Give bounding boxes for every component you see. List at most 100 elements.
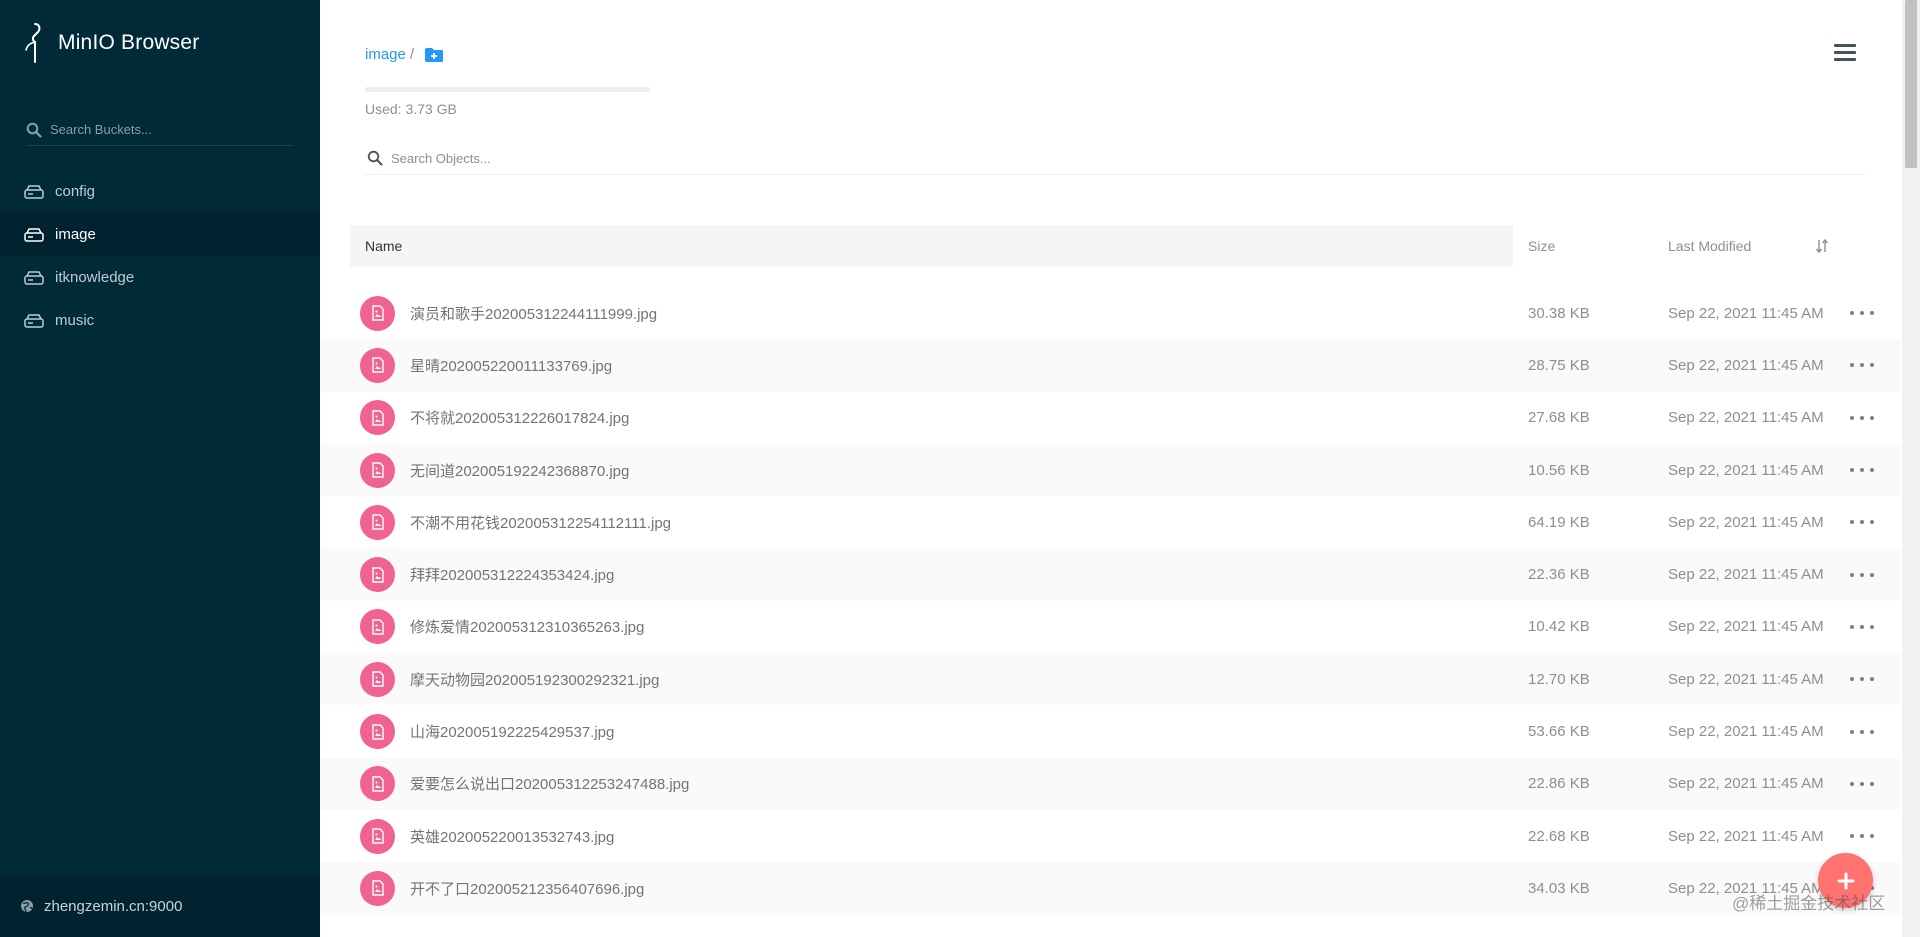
image-file-icon[interactable]	[360, 347, 395, 383]
file-last-modified: Sep 22, 2021 11:45 AM	[1668, 513, 1824, 531]
file-name[interactable]: 无间道202005192242368870.jpg	[410, 460, 629, 481]
image-file-icon[interactable]	[360, 766, 395, 802]
file-last-modified: Sep 22, 2021 11:45 AM	[1668, 356, 1824, 374]
bucket-label: music	[55, 312, 95, 329]
image-file-icon[interactable]	[360, 818, 395, 854]
bucket-label: config	[55, 183, 96, 200]
file-size: 10.42 KB	[1528, 618, 1590, 636]
file-last-modified: Sep 22, 2021 11:45 AM	[1668, 461, 1824, 479]
file-name[interactable]: 开不了口202005212356407696.jpg	[410, 878, 644, 899]
more-horizontal-icon[interactable]	[1850, 826, 1874, 846]
host-info: zhengzemin.cn:9000	[0, 875, 320, 937]
more-horizontal-icon[interactable]	[1850, 512, 1874, 532]
plus-icon	[1837, 872, 1854, 889]
table-row[interactable]: 修炼爱情202005312310365263.jpg 10.42 KB Sep 22…	[320, 601, 1900, 653]
file-last-modified: Sep 22, 2021 11:45 AM	[1668, 409, 1824, 427]
table-row[interactable]: 不将就202005312226017824.jpg 27.68 KB Sep 22,…	[320, 392, 1900, 444]
minio-logo-icon	[25, 23, 41, 63]
file-name[interactable]: 修炼爱情202005312310365263.jpg	[410, 616, 644, 637]
bucket-label: image	[55, 226, 96, 243]
page-scrollbar[interactable]	[1902, 0, 1920, 937]
more-horizontal-icon[interactable]	[1850, 722, 1874, 742]
bucket-item-image[interactable]: image	[0, 213, 320, 256]
object-search	[365, 142, 1865, 175]
bucket-search	[26, 114, 294, 146]
table-header: Name Size Last Modified	[350, 225, 1900, 267]
table-row[interactable]: 星晴202005220011133769.jpg 28.75 KB Sep 22, …	[320, 339, 1900, 392]
sort-icon[interactable]	[1814, 238, 1830, 254]
file-size: 30.38 KB	[1528, 304, 1590, 322]
more-horizontal-icon[interactable]	[1850, 303, 1874, 323]
search-icon	[367, 150, 383, 166]
table-row[interactable]: 演员和歌手202005312244111999.jpg 30.38 KB Sep 2…	[320, 287, 1900, 339]
bucket-search-input[interactable]	[50, 122, 280, 137]
file-name[interactable]: 演员和歌手202005312244111999.jpg	[410, 303, 657, 324]
folder-plus-icon[interactable]	[424, 47, 444, 63]
file-name[interactable]: 山海202005192225429537.jpg	[410, 721, 614, 742]
file-name[interactable]: 爱要怎么说出口202005312253247488.jpg	[410, 773, 689, 794]
file-name[interactable]: 拜拜202005312224353424.jpg	[410, 564, 614, 585]
image-file-icon[interactable]	[360, 661, 395, 697]
file-size: 22.36 KB	[1528, 566, 1590, 584]
image-file-icon[interactable]	[360, 400, 395, 436]
image-file-icon[interactable]	[360, 452, 395, 488]
file-size: 53.66 KB	[1528, 723, 1590, 741]
file-name[interactable]: 英雄202005220013532743.jpg	[410, 826, 614, 847]
image-file-icon[interactable]	[360, 714, 395, 750]
file-last-modified: Sep 22, 2021 11:45 AM	[1668, 723, 1824, 741]
bucket-item-itknowledge[interactable]: itknowledge	[0, 256, 320, 299]
globe-icon	[21, 900, 33, 913]
more-horizontal-icon[interactable]	[1850, 617, 1874, 637]
table-row[interactable]: 山海202005192225429537.jpg 53.66 KB Sep 22, …	[320, 705, 1900, 757]
file-size: 22.68 KB	[1528, 827, 1590, 845]
bucket-item-music[interactable]: music	[0, 299, 320, 342]
more-horizontal-icon[interactable]	[1850, 460, 1874, 480]
hard-drive-icon	[24, 184, 44, 199]
more-horizontal-icon[interactable]	[1850, 669, 1874, 689]
file-last-modified: Sep 22, 2021 11:45 AM	[1668, 775, 1824, 793]
scrollbar-thumb[interactable]	[1905, 0, 1917, 168]
table-row[interactable]: 英雄202005220013532743.jpg 22.68 KB Sep 22, …	[320, 810, 1900, 862]
column-header-name[interactable]: Name	[350, 225, 1513, 267]
main-content: image / Used: 3.73 GB Name Size Last Mod…	[320, 0, 1900, 937]
more-horizontal-icon[interactable]	[1850, 408, 1874, 428]
table-row[interactable]: 摩天动物园202005192300292321.jpg 12.70 KB Sep 2…	[320, 653, 1900, 706]
more-horizontal-icon[interactable]	[1850, 774, 1874, 794]
image-file-icon[interactable]	[360, 504, 395, 540]
file-size: 64.19 KB	[1528, 513, 1590, 531]
hard-drive-icon	[24, 313, 44, 328]
image-file-icon[interactable]	[360, 870, 395, 906]
app-title: MinIO Browser	[58, 31, 200, 54]
watermark: @稀土掘金技术社区	[1732, 894, 1886, 913]
breadcrumb-bucket[interactable]: image	[365, 46, 406, 63]
host-address: zhengzemin.cn:9000	[44, 897, 183, 915]
file-name[interactable]: 不将就202005312226017824.jpg	[410, 407, 629, 428]
file-size: 34.03 KB	[1528, 879, 1590, 897]
image-file-icon[interactable]	[360, 609, 395, 645]
column-header-last-modified[interactable]: Last Modified	[1668, 225, 1751, 267]
column-header-size[interactable]: Size	[1528, 225, 1555, 267]
table-row[interactable]: 拜拜202005312224353424.jpg 22.36 KB Sep 22, …	[320, 548, 1900, 601]
table-row[interactable]: 爱要怎么说出口202005312253247488.jpg 22.86 KB Sep…	[320, 757, 1900, 810]
more-horizontal-icon[interactable]	[1850, 565, 1874, 585]
table-row[interactable]: 开不了口202005212356407696.jpg 34.03 KB Sep 22…	[320, 862, 1900, 915]
table-row[interactable]: 无间道202005192242368870.jpg 10.56 KB Sep 22,…	[320, 443, 1900, 497]
object-search-input[interactable]	[391, 150, 1791, 166]
storage-used-label: Used: 3.73 GB	[365, 101, 457, 117]
file-last-modified: Sep 22, 2021 11:45 AM	[1668, 566, 1824, 584]
file-last-modified: Sep 22, 2021 11:45 AM	[1668, 304, 1824, 322]
file-size: 12.70 KB	[1528, 670, 1590, 688]
bucket-item-config[interactable]: config	[0, 170, 320, 213]
image-file-icon[interactable]	[360, 557, 395, 593]
table-row[interactable]: 不潮不用花钱202005312254112111.jpg 64.19 KB Sep …	[320, 496, 1900, 548]
more-horizontal-icon[interactable]	[1850, 355, 1874, 375]
file-name[interactable]: 星晴202005220011133769.jpg	[410, 355, 612, 376]
hamburger-menu-icon[interactable]	[1834, 44, 1856, 62]
image-file-icon[interactable]	[360, 295, 395, 331]
file-name[interactable]: 不潮不用花钱202005312254112111.jpg	[410, 512, 671, 533]
breadcrumb: image /	[365, 46, 444, 63]
search-icon	[26, 122, 42, 138]
file-name[interactable]: 摩天动物园202005192300292321.jpg	[410, 669, 659, 690]
storage-usage-bar	[365, 87, 650, 92]
hard-drive-icon	[24, 227, 44, 242]
